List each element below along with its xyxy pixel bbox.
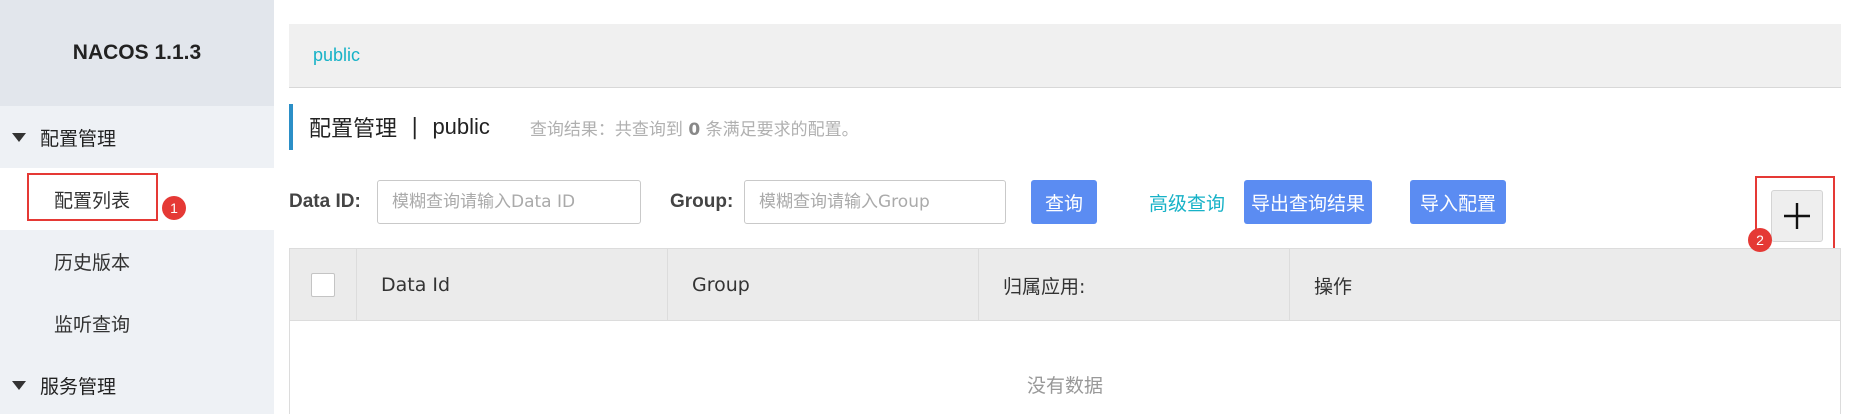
data-id-input[interactable] bbox=[377, 180, 641, 224]
export-results-button[interactable]: 导出查询结果 bbox=[1244, 180, 1372, 224]
caret-down-icon bbox=[12, 380, 26, 390]
select-all-checkbox[interactable] bbox=[311, 273, 335, 297]
query-button[interactable]: 查询 bbox=[1031, 180, 1097, 224]
nav-group-service[interactable]: 服务管理 bbox=[0, 354, 274, 414]
select-all-cell bbox=[290, 249, 356, 321]
group-input[interactable] bbox=[744, 180, 1006, 224]
config-table: Data Id Group 归属应用: 操作 没有数据 bbox=[289, 248, 1841, 414]
sidebar-item-label: 监听查询 bbox=[54, 313, 131, 336]
import-config-button[interactable]: 导入配置 bbox=[1410, 180, 1506, 224]
table-header: Data Id Group 归属应用: 操作 bbox=[290, 249, 1840, 321]
sidebar: NACOS 1.1.3 配置管理 配置列表 历史版本 监听查询 服务管理 1 bbox=[0, 0, 274, 414]
filter-row: Data ID: Group: 查询 高级查询 导出查询结果 导入配置 bbox=[289, 180, 1849, 224]
group-label: Group: bbox=[670, 191, 734, 212]
result-count: 0 bbox=[688, 119, 701, 140]
add-config-button[interactable] bbox=[1771, 190, 1823, 242]
nav-group-service-label: 服务管理 bbox=[40, 375, 117, 398]
title-separator: | bbox=[411, 114, 419, 140]
brand-title: NACOS 1.1.3 bbox=[0, 0, 274, 106]
app-root: NACOS 1.1.3 配置管理 配置列表 历史版本 监听查询 服务管理 1 p… bbox=[0, 0, 1858, 414]
data-id-label: Data ID: bbox=[289, 191, 361, 212]
annotation-box-1 bbox=[27, 173, 158, 221]
namespace-bar: public bbox=[289, 24, 1841, 88]
column-header-data-id[interactable]: Data Id bbox=[356, 249, 667, 321]
sidebar-item-listener-query[interactable]: 监听查询 bbox=[0, 292, 274, 354]
page-title-row: 配置管理 | public 查询结果：共查询到 0 条满足要求的配置。 bbox=[289, 104, 859, 150]
column-header-group[interactable]: Group bbox=[667, 249, 978, 321]
namespace-link-public[interactable]: public bbox=[313, 45, 360, 66]
title-namespace: public bbox=[432, 114, 490, 139]
advanced-query-link[interactable]: 高级查询 bbox=[1149, 180, 1225, 224]
query-result-summary: 查询结果：共查询到 0 条满足要求的配置。 bbox=[530, 115, 859, 140]
annotation-badge-1: 1 bbox=[162, 196, 186, 220]
result-suffix: 条满足要求的配置。 bbox=[705, 119, 859, 140]
main-content: public 配置管理 | public 查询结果：共查询到 0 条满足要求的配… bbox=[274, 0, 1858, 414]
column-header-actions: 操作 bbox=[1289, 249, 1840, 321]
result-prefix: 查询结果：共查询到 bbox=[529, 119, 683, 140]
plus-icon bbox=[1784, 203, 1810, 229]
nav-group-config[interactable]: 配置管理 bbox=[0, 106, 274, 168]
column-header-app[interactable]: 归属应用: bbox=[978, 249, 1289, 321]
empty-state-text: 没有数据 bbox=[1026, 374, 1103, 397]
annotation-badge-2: 2 bbox=[1748, 228, 1772, 252]
sidebar-item-history[interactable]: 历史版本 bbox=[0, 230, 274, 292]
nav-group-config-label: 配置管理 bbox=[40, 127, 117, 150]
caret-down-icon bbox=[12, 132, 26, 142]
sidebar-item-label: 历史版本 bbox=[54, 251, 131, 274]
page-title: 配置管理 bbox=[309, 117, 398, 142]
